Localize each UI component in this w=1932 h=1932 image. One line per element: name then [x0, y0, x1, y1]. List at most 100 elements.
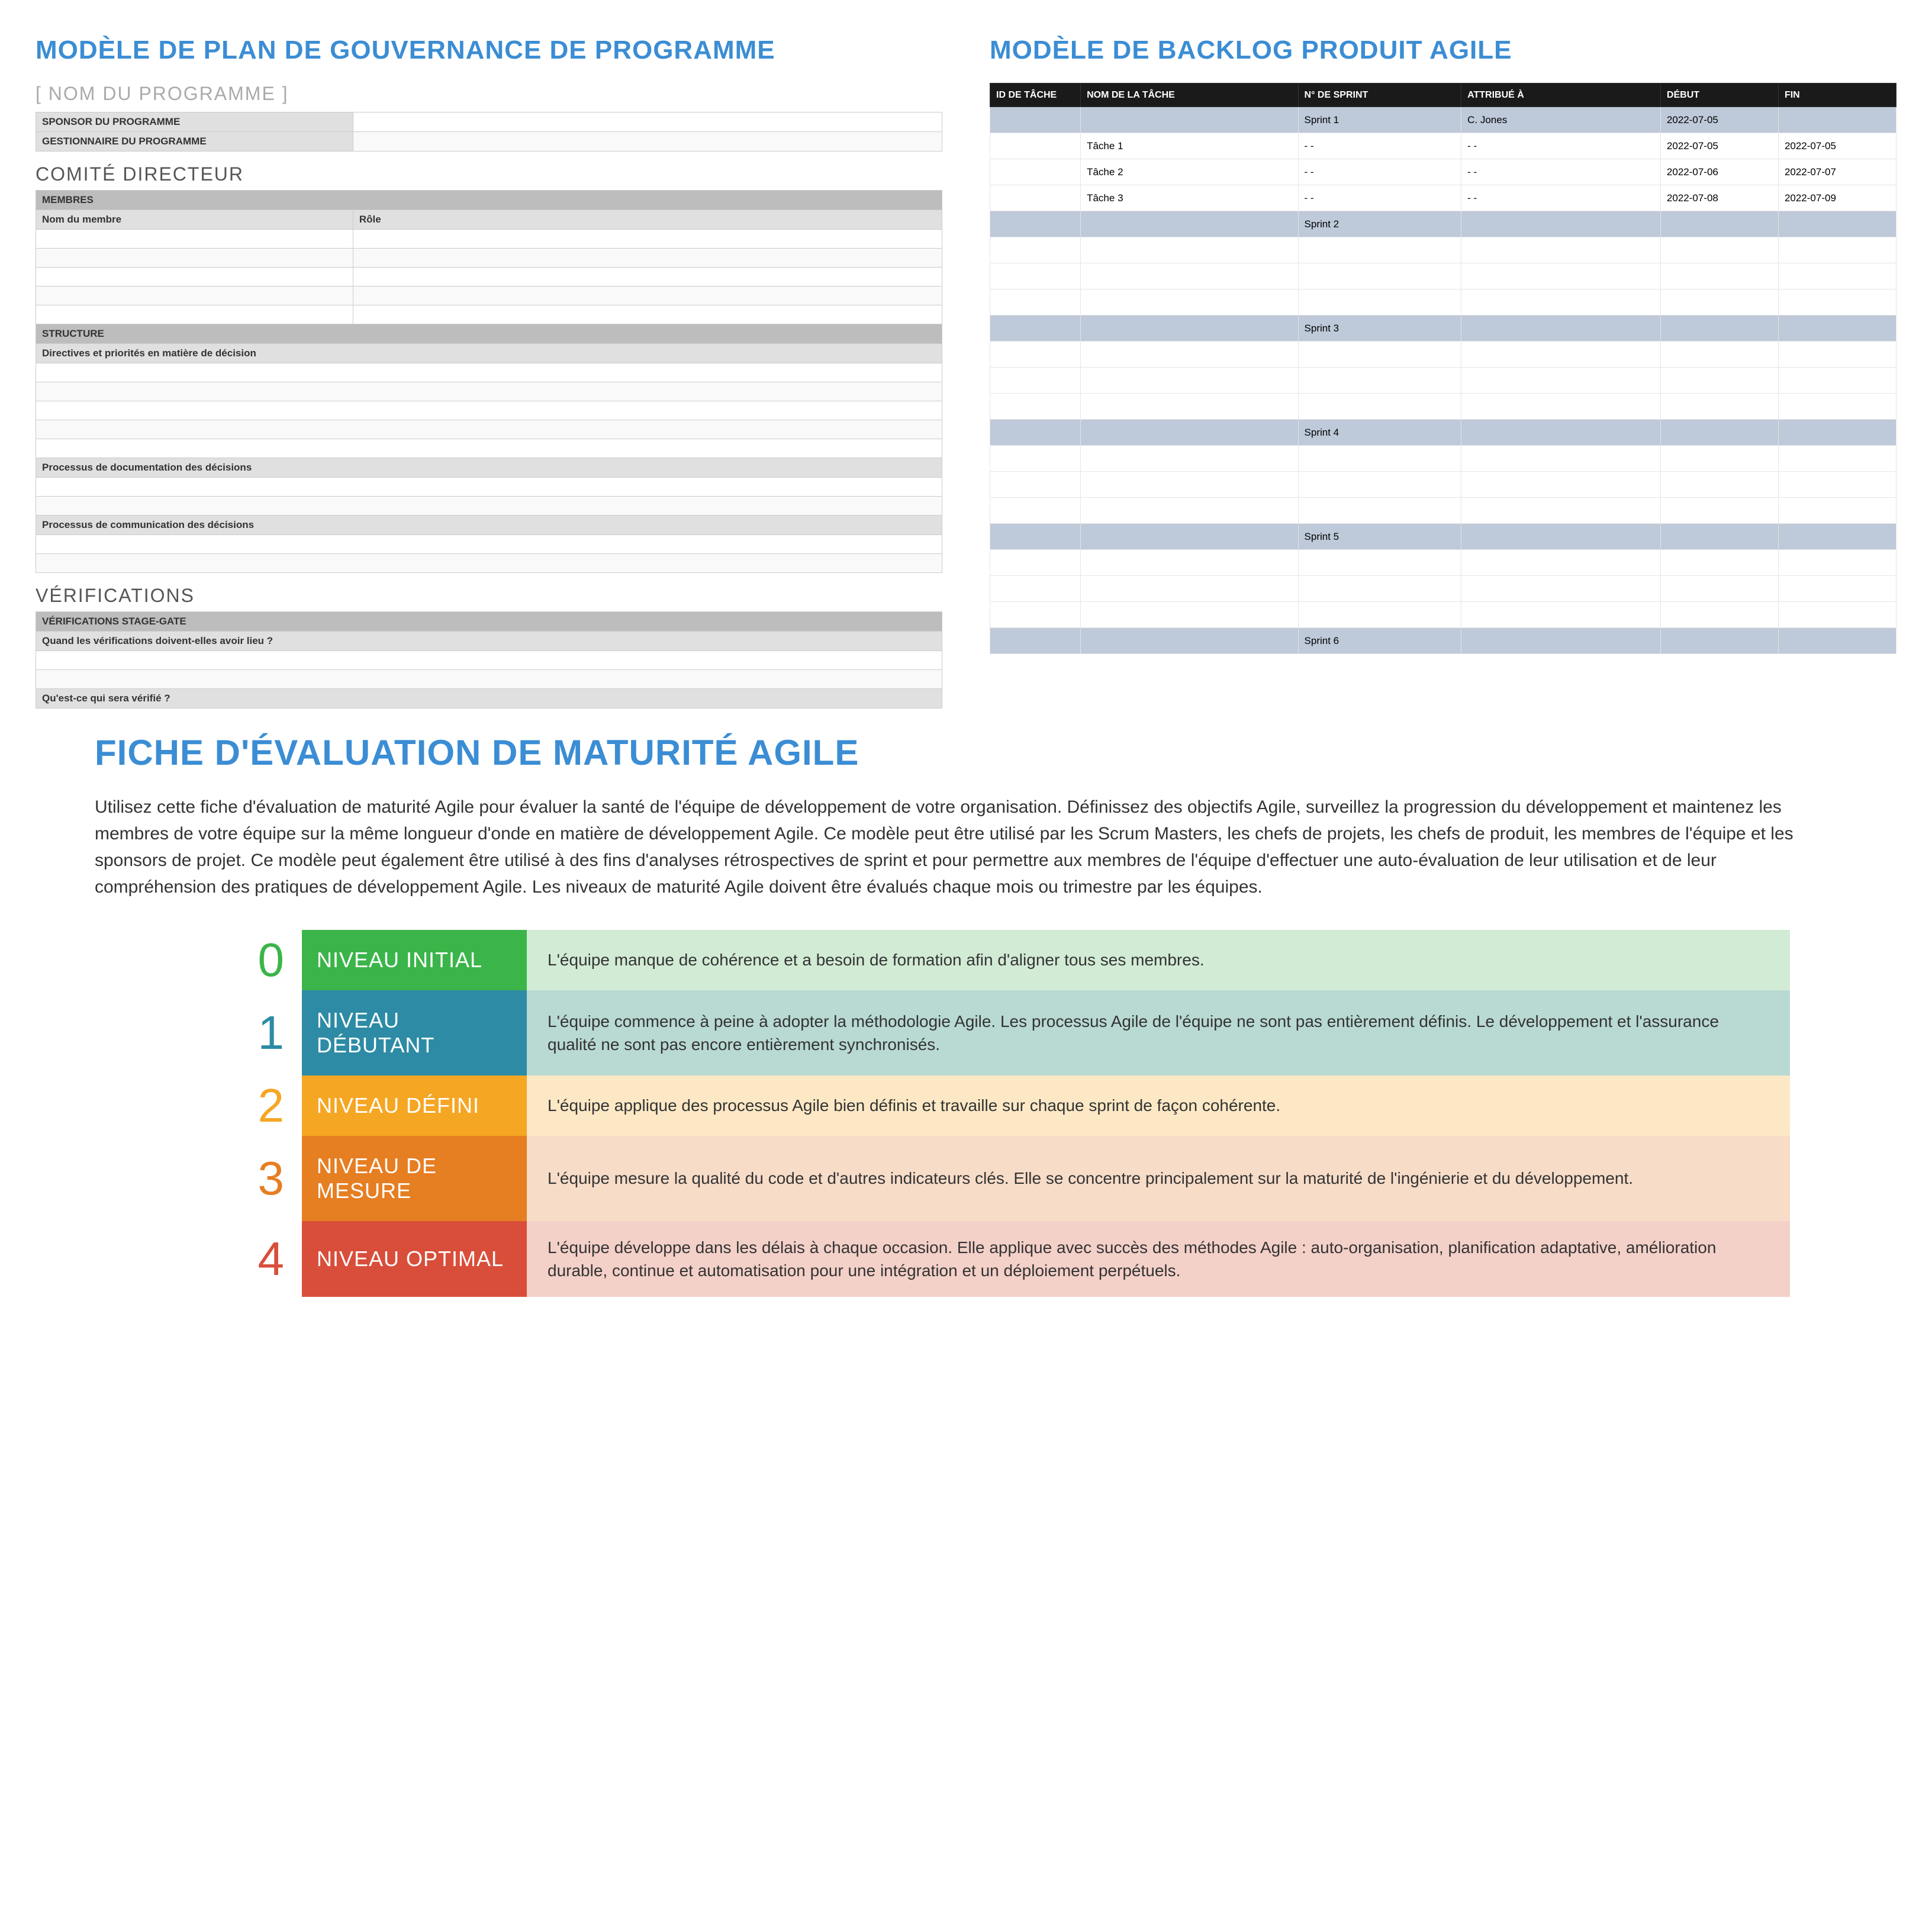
backlog-cell[interactable]: 2022-07-08 — [1660, 185, 1778, 211]
task-row[interactable] — [990, 576, 1896, 602]
backlog-cell[interactable] — [1660, 498, 1778, 524]
backlog-cell[interactable] — [1778, 263, 1896, 289]
directives-cell[interactable] — [36, 363, 942, 382]
role-cell[interactable] — [353, 268, 942, 286]
backlog-cell[interactable]: 2022-07-09 — [1778, 185, 1896, 211]
backlog-cell[interactable] — [1778, 394, 1896, 420]
backlog-cell[interactable] — [990, 159, 1081, 185]
backlog-cell[interactable] — [990, 420, 1081, 446]
backlog-cell[interactable] — [1081, 342, 1298, 368]
backlog-cell[interactable] — [1298, 237, 1461, 263]
backlog-cell[interactable] — [990, 315, 1081, 342]
backlog-cell[interactable] — [1298, 263, 1461, 289]
backlog-cell[interactable] — [990, 472, 1081, 498]
member-cell[interactable] — [36, 268, 353, 286]
when-cell[interactable] — [36, 670, 942, 689]
backlog-cell[interactable] — [1660, 550, 1778, 576]
directives-cell[interactable] — [36, 382, 942, 401]
backlog-cell[interactable] — [1660, 602, 1778, 628]
backlog-cell[interactable] — [1461, 446, 1661, 472]
backlog-cell[interactable]: - - — [1461, 133, 1661, 159]
backlog-cell[interactable] — [1461, 420, 1661, 446]
backlog-cell[interactable]: Tâche 1 — [1081, 133, 1298, 159]
backlog-cell[interactable] — [1461, 602, 1661, 628]
sprint-row[interactable]: Sprint 3 — [990, 315, 1896, 342]
backlog-cell[interactable]: Sprint 5 — [1298, 524, 1461, 550]
sprint-row[interactable]: Sprint 4 — [990, 420, 1896, 446]
backlog-cell[interactable]: - - — [1298, 159, 1461, 185]
backlog-cell[interactable]: Sprint 3 — [1298, 315, 1461, 342]
task-row[interactable] — [990, 394, 1896, 420]
backlog-cell[interactable] — [1298, 550, 1461, 576]
backlog-cell[interactable] — [990, 368, 1081, 394]
backlog-cell[interactable] — [1660, 446, 1778, 472]
backlog-cell[interactable] — [990, 498, 1081, 524]
backlog-cell[interactable] — [1660, 263, 1778, 289]
communication-cell[interactable] — [36, 535, 942, 554]
backlog-cell[interactable] — [1660, 628, 1778, 654]
role-cell[interactable] — [353, 305, 942, 324]
backlog-cell[interactable] — [1461, 237, 1661, 263]
backlog-cell[interactable] — [1461, 315, 1661, 342]
task-row[interactable]: Tâche 3- -- -2022-07-082022-07-09 — [990, 185, 1896, 211]
backlog-cell[interactable] — [1081, 420, 1298, 446]
backlog-cell[interactable] — [990, 550, 1081, 576]
documentation-cell[interactable] — [36, 478, 942, 497]
task-row[interactable] — [990, 472, 1896, 498]
backlog-cell[interactable] — [1081, 368, 1298, 394]
backlog-cell[interactable] — [990, 211, 1081, 237]
backlog-cell[interactable] — [1461, 211, 1661, 237]
backlog-cell[interactable] — [1081, 472, 1298, 498]
backlog-cell[interactable] — [1660, 576, 1778, 602]
backlog-cell[interactable] — [1660, 289, 1778, 315]
task-row[interactable]: Tâche 1- -- -2022-07-052022-07-05 — [990, 133, 1896, 159]
backlog-cell[interactable] — [1081, 211, 1298, 237]
backlog-cell[interactable] — [1660, 394, 1778, 420]
backlog-cell[interactable] — [1298, 446, 1461, 472]
directives-cell[interactable] — [36, 401, 942, 420]
member-cell[interactable] — [36, 249, 353, 268]
backlog-cell[interactable]: 2022-07-06 — [1660, 159, 1778, 185]
backlog-cell[interactable] — [1081, 576, 1298, 602]
task-row[interactable] — [990, 368, 1896, 394]
sprint-row[interactable]: Sprint 6 — [990, 628, 1896, 654]
communication-cell[interactable] — [36, 554, 942, 573]
sponsor-value[interactable] — [353, 112, 942, 132]
backlog-cell[interactable] — [990, 576, 1081, 602]
backlog-cell[interactable] — [1461, 628, 1661, 654]
backlog-cell[interactable] — [1461, 289, 1661, 315]
backlog-cell[interactable] — [1778, 289, 1896, 315]
backlog-cell[interactable] — [990, 602, 1081, 628]
backlog-cell[interactable] — [1461, 472, 1661, 498]
backlog-cell[interactable] — [1660, 524, 1778, 550]
backlog-cell[interactable] — [1298, 472, 1461, 498]
backlog-cell[interactable] — [990, 263, 1081, 289]
backlog-cell[interactable] — [1081, 263, 1298, 289]
role-cell[interactable] — [353, 249, 942, 268]
backlog-cell[interactable] — [1081, 289, 1298, 315]
backlog-cell[interactable]: 2022-07-05 — [1660, 107, 1778, 133]
backlog-cell[interactable] — [1660, 420, 1778, 446]
backlog-cell[interactable] — [1660, 237, 1778, 263]
backlog-cell[interactable]: - - — [1461, 159, 1661, 185]
backlog-cell[interactable] — [1461, 550, 1661, 576]
backlog-cell[interactable]: Sprint 2 — [1298, 211, 1461, 237]
backlog-cell[interactable] — [1081, 550, 1298, 576]
backlog-cell[interactable] — [1081, 524, 1298, 550]
backlog-cell[interactable] — [990, 289, 1081, 315]
backlog-cell[interactable] — [1778, 237, 1896, 263]
member-cell[interactable] — [36, 286, 353, 305]
backlog-cell[interactable]: 2022-07-05 — [1660, 133, 1778, 159]
backlog-cell[interactable] — [1461, 498, 1661, 524]
backlog-cell[interactable] — [1461, 263, 1661, 289]
backlog-cell[interactable] — [1660, 315, 1778, 342]
manager-value[interactable] — [353, 132, 942, 152]
member-cell[interactable] — [36, 230, 353, 249]
task-row[interactable] — [990, 550, 1896, 576]
backlog-cell[interactable] — [1778, 602, 1896, 628]
backlog-cell[interactable] — [1461, 368, 1661, 394]
backlog-cell[interactable]: 2022-07-07 — [1778, 159, 1896, 185]
backlog-cell[interactable] — [1778, 342, 1896, 368]
task-row[interactable] — [990, 446, 1896, 472]
backlog-cell[interactable] — [990, 237, 1081, 263]
